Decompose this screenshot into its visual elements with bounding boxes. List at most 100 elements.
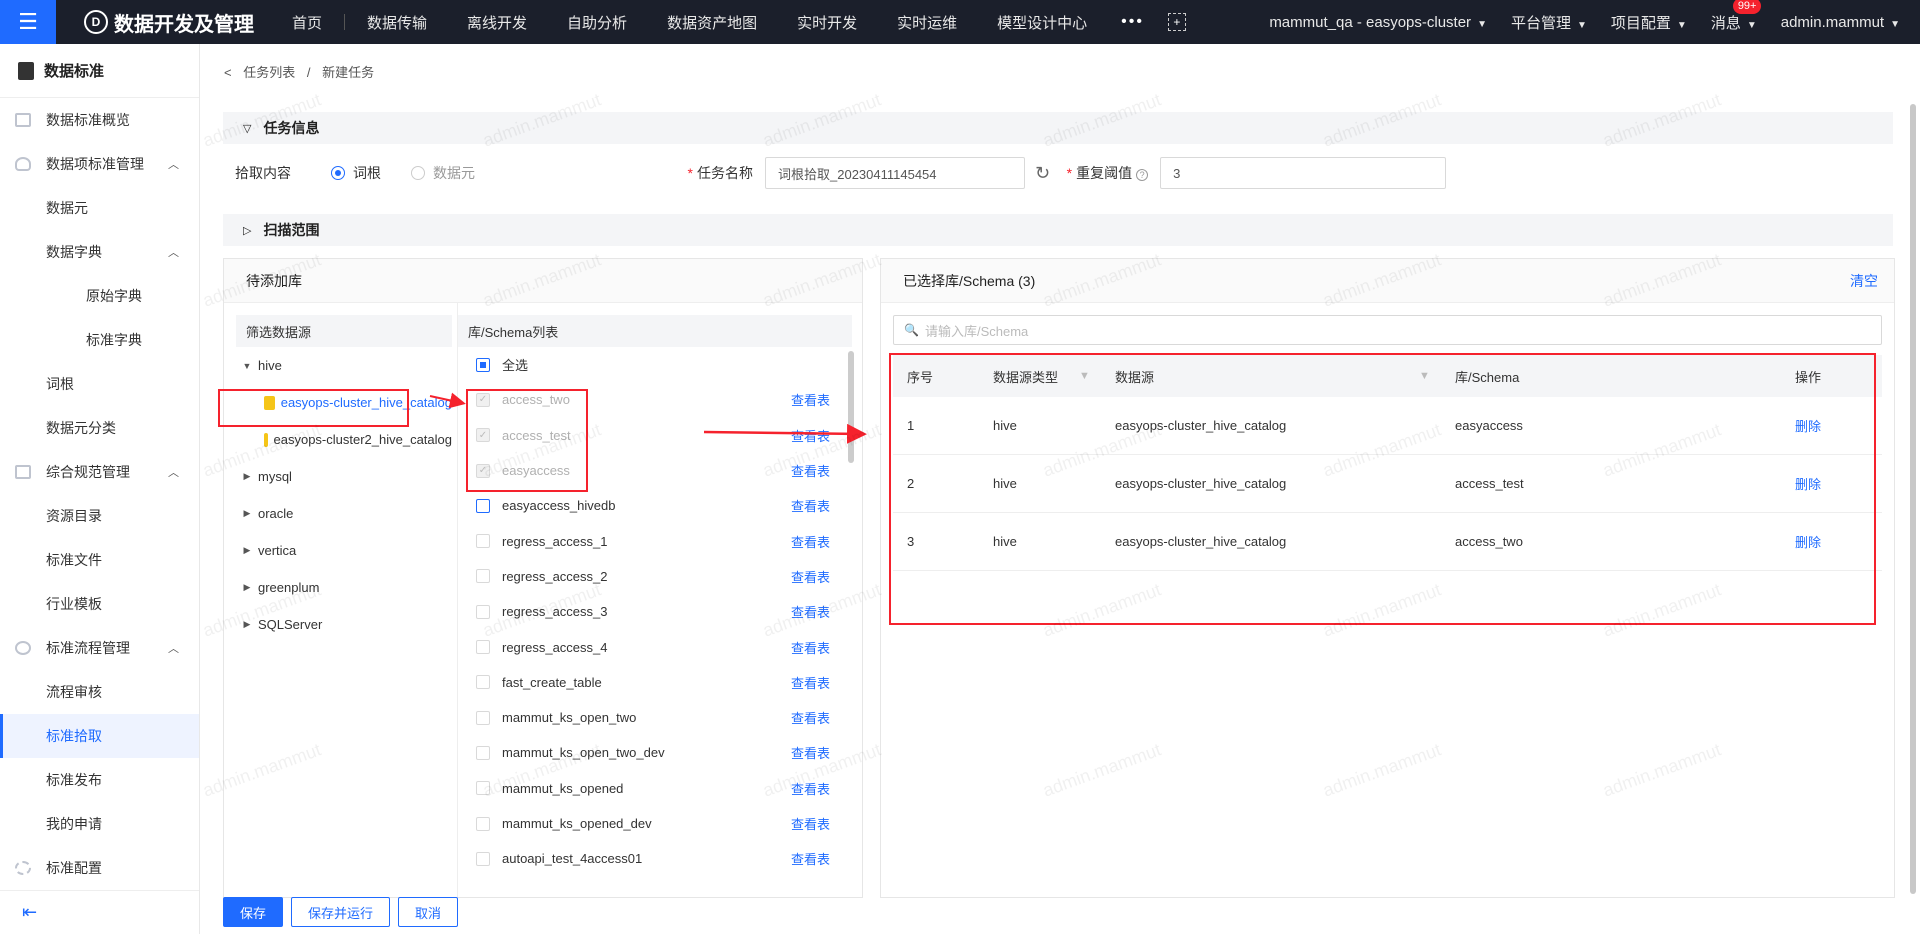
checkbox[interactable] [476, 534, 490, 549]
tree-node-vertica[interactable]: ▶ vertica [236, 532, 452, 569]
checkbox[interactable] [476, 851, 490, 866]
messages-menu[interactable]: 消息 ▼ 99+ [1711, 0, 1762, 33]
project-menu[interactable]: 项目配置 ▼ [1611, 12, 1687, 33]
collapse-sidebar-icon[interactable]: ⇤ [0, 890, 199, 934]
scrollbar[interactable] [848, 351, 854, 463]
cancel-button[interactable]: 取消 [398, 897, 459, 927]
sidebar-item-std-file[interactable]: 标准文件 [0, 538, 199, 582]
view-tables-link[interactable]: 查看表 [791, 779, 830, 798]
tree-node-sqlserver[interactable]: ▶ SQLServer [236, 606, 452, 643]
schema-row[interactable]: autoapi_test_4access01 查看表 [458, 841, 852, 876]
schema-row[interactable]: easyaccess_hivedb 查看表 [458, 488, 852, 523]
view-tables-link[interactable]: 查看表 [791, 390, 830, 409]
checkbox[interactable] [476, 745, 490, 760]
view-tables-link[interactable]: 查看表 [791, 673, 830, 692]
schema-row[interactable]: regress_access_4 查看表 [458, 629, 852, 664]
sidebar-item-std-dict[interactable]: 标准字典 [0, 318, 199, 362]
platform-menu[interactable]: 平台管理 ▼ [1511, 12, 1587, 33]
sidebar-item-industry-template[interactable]: 行业模板 [0, 582, 199, 626]
view-tables-link[interactable]: 查看表 [791, 743, 830, 762]
sidebar-item-resource-catalog[interactable]: 资源目录 [0, 494, 199, 538]
user-menu[interactable]: admin.mammut ▼ [1781, 14, 1900, 31]
schema-search-input[interactable]: 🔍 请输入库/Schema [893, 315, 1882, 345]
schema-row[interactable]: regress_access_3 查看表 [458, 594, 852, 629]
checkbox[interactable] [476, 604, 490, 619]
view-tables-link[interactable]: 查看表 [791, 532, 830, 551]
checkbox[interactable] [476, 640, 490, 655]
nav-item-analysis[interactable]: 自助分析 [547, 12, 647, 33]
view-tables-link[interactable]: 查看表 [791, 496, 830, 515]
sidebar-item-std-pick[interactable]: 标准拾取 [0, 714, 199, 758]
tree-node-greenplum[interactable]: ▶ greenplum [236, 569, 452, 606]
schema-row[interactable]: regress_access_2 查看表 [458, 559, 852, 594]
hamburger-icon[interactable]: ☰ [0, 0, 56, 44]
fullscreen-icon[interactable]: + [1167, 13, 1186, 31]
view-tables-link[interactable]: 查看表 [791, 708, 830, 727]
view-tables-link[interactable]: 查看表 [791, 814, 830, 833]
view-tables-link[interactable]: 查看表 [791, 638, 830, 657]
clear-button[interactable]: 清空 [1850, 271, 1878, 291]
refresh-icon[interactable]: ↻ [1035, 163, 1050, 184]
schema-row[interactable]: regress_access_1 查看表 [458, 523, 852, 558]
sidebar-item-dictionary[interactable]: 数据字典 ︿ [0, 230, 199, 274]
view-tables-link[interactable]: 查看表 [791, 849, 830, 868]
section-task-info[interactable]: ▽ 任务信息 [223, 112, 1893, 144]
save-and-run-button[interactable]: 保存并运行 [291, 897, 391, 927]
checkbox[interactable] [476, 816, 490, 831]
sidebar-item-flow-review[interactable]: 流程审核 [0, 670, 199, 714]
radio-root-word[interactable]: 词根 [331, 163, 381, 183]
view-tables-link[interactable]: 查看表 [791, 461, 830, 480]
view-tables-link[interactable]: 查看表 [791, 426, 830, 445]
nav-item-home[interactable]: 首页 [272, 12, 342, 33]
help-icon[interactable]: ? [1136, 169, 1149, 181]
nav-item-transfer[interactable]: 数据传输 [347, 12, 447, 33]
page-scrollbar[interactable] [1910, 104, 1916, 894]
checkbox[interactable] [476, 710, 490, 725]
sidebar-item-overview[interactable]: 数据标准概览 [0, 98, 199, 142]
select-all-row[interactable]: 全选 [458, 347, 852, 382]
sidebar-item-spec-manage[interactable]: 综合规范管理 ︿ [0, 450, 199, 494]
app-brand[interactable]: D 数据开发及管理 [84, 8, 254, 37]
view-tables-link[interactable]: 查看表 [791, 602, 830, 621]
sidebar-item-std-publish[interactable]: 标准发布 [0, 758, 199, 802]
sidebar-item-root-word[interactable]: 词根 [0, 362, 199, 406]
schema-row[interactable]: mammut_ks_open_two 查看表 [458, 700, 852, 735]
chevron-up-icon: ︿ [168, 467, 179, 479]
sidebar-item-my-apply[interactable]: 我的申请 [0, 802, 199, 846]
back-icon[interactable]: < [224, 65, 232, 80]
threshold-input[interactable]: 3 [1160, 157, 1447, 189]
checkbox[interactable] [476, 498, 490, 513]
section-scan-range[interactable]: ▷ 扫描范围 [223, 214, 1893, 246]
sidebar-item-raw-dict[interactable]: 原始字典 [0, 274, 199, 318]
save-button[interactable]: 保存 [223, 897, 284, 927]
tree-node-hive[interactable]: ▼ hive [236, 347, 452, 384]
sidebar-item-flow-manage[interactable]: 标准流程管理 ︿ [0, 626, 199, 670]
task-name-input[interactable]: 词根拾取_20230411145454 [765, 157, 1025, 189]
sidebar-item-data-element[interactable]: 数据元 [0, 186, 199, 230]
schema-row[interactable]: mammut_ks_opened_dev 查看表 [458, 806, 852, 841]
nav-item-model-design[interactable]: 模型设计中心 [977, 12, 1107, 33]
breadcrumb-parent[interactable]: 任务列表 [243, 65, 295, 80]
cluster-selector[interactable]: mammut_qa - easyops-cluster ▼ [1269, 14, 1487, 31]
indeterminate-checkbox[interactable] [476, 357, 490, 372]
view-tables-link[interactable]: 查看表 [791, 567, 830, 586]
checkbox[interactable] [476, 675, 490, 690]
sidebar-item-label: 原始字典 [86, 288, 142, 304]
tree-node-oracle[interactable]: ▶ oracle [236, 495, 452, 532]
nav-item-offline[interactable]: 离线开发 [447, 12, 547, 33]
tree-node-mysql[interactable]: ▶ mysql [236, 458, 452, 495]
sidebar-item-item-standard[interactable]: 数据项标准管理 ︿ [0, 142, 199, 186]
nav-item-asset-map[interactable]: 数据资产地图 [647, 12, 777, 33]
sidebar-item-element-category[interactable]: 数据元分类 [0, 406, 199, 450]
sidebar-item-label: 标准发布 [46, 772, 102, 788]
more-icon[interactable]: ••• [1107, 13, 1158, 31]
schema-row[interactable]: mammut_ks_open_two_dev 查看表 [458, 735, 852, 770]
nav-item-realtime-dev[interactable]: 实时开发 [777, 12, 877, 33]
schema-row[interactable]: mammut_ks_opened 查看表 [458, 771, 852, 806]
sidebar-item-std-config[interactable]: 标准配置 [0, 846, 199, 890]
checkbox[interactable] [476, 569, 490, 584]
nav-item-realtime-ops[interactable]: 实时运维 [877, 12, 977, 33]
checkbox[interactable] [476, 781, 490, 796]
schema-row[interactable]: fast_create_table 查看表 [458, 665, 852, 700]
radio-data-element[interactable]: 数据元 [411, 163, 475, 183]
